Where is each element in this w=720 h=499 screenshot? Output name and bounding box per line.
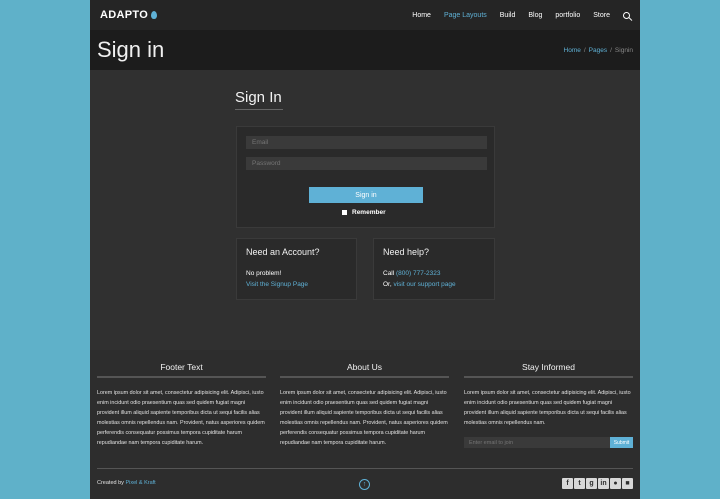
footer: Footer Text Lorem ipsum dolor sit amet, … (90, 350, 640, 499)
google-plus-icon[interactable]: g (586, 478, 597, 489)
credit-link[interactable]: Pixel & Kraft (125, 480, 155, 486)
call-label: Call (383, 270, 395, 277)
footer-column-newsletter: Stay Informed Lorem ipsum dolor sit amet… (464, 362, 633, 448)
footer-column-about: About Us Lorem ipsum dolor sit amet, con… (280, 362, 449, 448)
account-card: Need an Account? No problem! Visit the S… (236, 238, 357, 300)
footer-column-text: Footer Text Lorem ipsum dolor sit amet, … (97, 362, 266, 448)
footer-credit: Created by Pixel & Kraft (97, 480, 156, 486)
phone-link[interactable]: (800) 777-2323 (396, 270, 440, 277)
email-field[interactable] (246, 136, 487, 149)
footer-column-body: Lorem ipsum dolor sit amet, consectetur … (464, 390, 631, 426)
nav-home[interactable]: Home (412, 12, 431, 19)
main-content: Sign In Sign in Remember Need an Account… (90, 70, 640, 350)
support-link[interactable]: visit our support page (393, 281, 455, 288)
account-card-title: Need an Account? (246, 247, 320, 257)
footer-column-body: Lorem ipsum dolor sit amet, consectetur … (97, 390, 265, 446)
other-icon[interactable]: ■ (622, 478, 633, 489)
credit-label: Created by (97, 480, 124, 486)
breadcrumb-current: Signin (614, 46, 633, 54)
footer-column-body: Lorem ipsum dolor sit amet, consectetur … (280, 390, 448, 446)
account-card-text: No problem! (246, 270, 282, 277)
help-card-title: Need help? (383, 247, 430, 257)
help-call-line: Call (800) 777-2323 (383, 268, 485, 279)
main-nav: Home Page Layouts Build Blog portfolio S… (412, 11, 630, 19)
social-links: f t g in ● ■ (562, 478, 633, 489)
page-title: Sign in (97, 37, 165, 62)
linkedin-icon[interactable]: in (598, 478, 609, 489)
help-card: Need help? Call (800) 777-2323 Or, visit… (373, 238, 495, 300)
nav-store[interactable]: Store (593, 12, 610, 19)
signin-form: Sign in Remember (236, 126, 495, 228)
footer-column-title: Stay Informed (464, 362, 633, 378)
breadcrumb-separator: / (583, 46, 586, 54)
nav-blog[interactable]: Blog (528, 12, 542, 19)
droplet-icon (151, 11, 158, 19)
page-title-bar: Sign in Home / Pages / Signin (90, 30, 640, 70)
breadcrumb-separator: / (610, 46, 612, 54)
dribbble-icon[interactable]: ● (610, 478, 621, 489)
newsletter-submit-button[interactable]: Submit (610, 437, 633, 448)
remember-option[interactable]: Remember (342, 209, 386, 216)
breadcrumb-home[interactable]: Home (564, 47, 581, 54)
facebook-icon[interactable]: f (562, 478, 573, 489)
newsletter-form: Submit (464, 437, 633, 448)
footer-column-title: About Us (280, 362, 449, 378)
help-support-line: Or, visit our support page (383, 279, 485, 290)
site-frame: ADAPTO Home Page Layouts Build Blog port… (90, 0, 640, 499)
signup-link[interactable]: Visit the Signup Page (246, 279, 347, 290)
password-field[interactable] (246, 157, 487, 170)
breadcrumb: Home / Pages / Signin (564, 47, 633, 54)
back-to-top-icon[interactable]: ↑ (359, 479, 370, 490)
nav-page-layouts[interactable]: Page Layouts (444, 12, 487, 19)
top-navbar: ADAPTO Home Page Layouts Build Blog port… (90, 0, 640, 30)
nav-portfolio[interactable]: portfolio (555, 12, 580, 19)
footer-column-title: Footer Text (97, 362, 266, 378)
remember-label: Remember (352, 209, 386, 216)
logo[interactable]: ADAPTO (100, 9, 158, 21)
footer-divider (97, 468, 633, 469)
breadcrumb-pages[interactable]: Pages (589, 47, 607, 54)
heading-underline (235, 109, 283, 110)
search-icon[interactable] (623, 11, 630, 19)
newsletter-email-input[interactable] (464, 437, 610, 448)
remember-checkbox[interactable] (342, 210, 347, 215)
or-label: Or, (383, 281, 392, 288)
signin-button[interactable]: Sign in (309, 187, 423, 203)
signin-heading: Sign In (235, 89, 282, 106)
logo-text: ADAPTO (100, 9, 149, 21)
twitter-icon[interactable]: t (574, 478, 585, 489)
nav-build[interactable]: Build (500, 12, 516, 19)
